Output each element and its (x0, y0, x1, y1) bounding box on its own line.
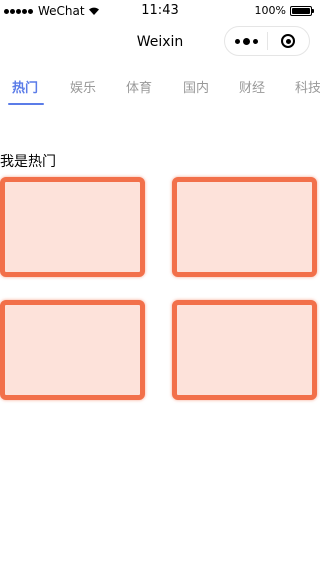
status-bar: WeChat 11:43 100% (0, 0, 320, 22)
battery-fill (292, 7, 310, 14)
more-dot-icon (252, 38, 258, 44)
battery-percentage: 100% (254, 4, 286, 17)
section-heading: 我是热门 (0, 154, 56, 170)
navigation-bar: Weixin (0, 22, 320, 66)
category-tabs: 热门 娱乐 体育 国内 财经 科技 (0, 66, 320, 106)
battery-icon (290, 5, 314, 16)
content-card[interactable] (172, 177, 317, 277)
content-card[interactable] (172, 300, 317, 400)
close-target-icon (281, 34, 296, 48)
tab-hot[interactable]: 热门 (12, 77, 38, 96)
status-right: 100% (254, 4, 314, 17)
more-dot-icon (234, 38, 240, 44)
tab-finance[interactable]: 财经 (239, 77, 265, 96)
close-button[interactable] (268, 27, 309, 55)
active-tab-indicator (8, 103, 44, 105)
content-card[interactable] (0, 177, 145, 277)
tab-domestic[interactable]: 国内 (183, 77, 209, 96)
more-menu-button[interactable] (225, 27, 267, 55)
tab-tech[interactable]: 科技 (295, 77, 320, 96)
tab-sports[interactable]: 体育 (126, 77, 152, 96)
tab-entertainment[interactable]: 娱乐 (70, 77, 96, 96)
more-dot-icon (242, 37, 250, 45)
content-card[interactable] (0, 300, 145, 400)
mini-program-capsule (224, 26, 310, 56)
